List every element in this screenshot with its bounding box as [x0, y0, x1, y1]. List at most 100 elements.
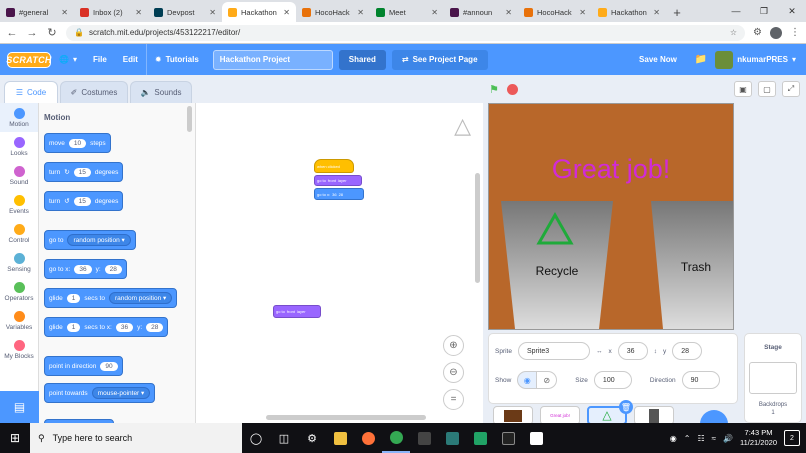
- project-title-input[interactable]: Hackathon Project: [212, 49, 333, 70]
- goto-target-dropdown[interactable]: random position ▾: [67, 234, 131, 246]
- go-to-front-layer-block[interactable]: go to front layer: [314, 175, 362, 186]
- category-my-blocks[interactable]: My Blocks: [0, 335, 38, 364]
- go-to-xy-script-block[interactable]: go to x: 36 28: [314, 188, 364, 200]
- point-towards-block[interactable]: point towards mouse-pointer ▾: [44, 383, 156, 403]
- layer-dropdown[interactable]: front: [328, 178, 336, 183]
- point-towards-dropdown[interactable]: mouse-pointer ▾: [91, 387, 151, 399]
- direction-input[interactable]: 90: [100, 361, 118, 371]
- direction-input[interactable]: 90: [681, 371, 720, 389]
- glide-xy-block[interactable]: glide 1 secs to x: 36 y: 28: [44, 317, 169, 337]
- close-tab-icon[interactable]: ✕: [431, 8, 438, 17]
- extensions-icon[interactable]: ⚙: [753, 27, 762, 38]
- app-icon-5[interactable]: [522, 423, 550, 453]
- category-operators[interactable]: Operators: [0, 277, 38, 306]
- tab-costumes[interactable]: ✐ Costumes: [60, 81, 128, 103]
- go-to-xy-block[interactable]: go to x: 36 y: 28: [44, 259, 127, 279]
- app-icon-4[interactable]: [494, 423, 522, 453]
- script-vertical-scrollbar[interactable]: [475, 173, 480, 283]
- chevron-up-icon[interactable]: ⌃: [684, 434, 691, 443]
- browser-tab[interactable]: Inbox (2) ✕: [74, 2, 148, 22]
- forward-icon[interactable]: →: [26, 27, 38, 39]
- close-window-icon[interactable]: ✕: [778, 0, 806, 22]
- app-icon-1[interactable]: [410, 423, 438, 453]
- browser-tab[interactable]: HocoHack ✕: [518, 2, 592, 22]
- loose-go-to-layer-block[interactable]: go to front layer: [273, 305, 321, 318]
- category-events[interactable]: Events: [0, 190, 38, 219]
- glide-block[interactable]: glide 1 secs to random position ▾: [44, 288, 178, 308]
- zoom-in-button[interactable]: ⊕: [443, 335, 464, 356]
- show-hidden-button[interactable]: ⊘: [537, 371, 558, 389]
- green-flag-icon[interactable]: ⚑: [489, 83, 499, 96]
- notification-icon[interactable]: 2: [784, 430, 800, 446]
- account-menu[interactable]: nkumarPRES ▾: [715, 50, 806, 69]
- firefox-icon[interactable]: [354, 423, 382, 453]
- app-icon-2[interactable]: [438, 423, 466, 453]
- app-icon-3[interactable]: [466, 423, 494, 453]
- taskbar-search-input[interactable]: ⚲ Type here to search: [30, 423, 242, 453]
- show-visible-button[interactable]: ◉: [517, 371, 538, 389]
- close-tab-icon[interactable]: ✕: [283, 8, 290, 17]
- small-stage-icon[interactable]: ▣: [734, 81, 752, 97]
- secs-input[interactable]: 1: [66, 293, 81, 303]
- url-input[interactable]: 🔒 scratch.mit.edu/projects/453122217/edi…: [66, 24, 746, 41]
- tray-app-icon[interactable]: ◉: [670, 434, 677, 443]
- reload-icon[interactable]: ↻: [46, 26, 58, 39]
- fullscreen-icon[interactable]: ⤢: [782, 81, 800, 97]
- close-tab-icon[interactable]: ✕: [61, 8, 68, 17]
- my-stuff-folder-icon[interactable]: 📁: [687, 54, 715, 65]
- secs-input[interactable]: 1: [66, 322, 81, 332]
- tab-code[interactable]: ☰ Code: [4, 81, 58, 103]
- profile-avatar[interactable]: [770, 26, 782, 39]
- tab-sounds[interactable]: 🔈 Sounds: [130, 81, 192, 103]
- file-explorer-icon[interactable]: [326, 423, 354, 453]
- y-position-input[interactable]: 28: [672, 342, 703, 360]
- edit-menu[interactable]: Edit: [115, 44, 146, 75]
- language-menu[interactable]: 🌐 ▾: [51, 44, 85, 75]
- x-input[interactable]: 36: [74, 264, 92, 274]
- category-sensing[interactable]: Sensing: [0, 248, 38, 277]
- degrees-input[interactable]: 15: [73, 167, 91, 177]
- script-area[interactable]: △ when clicked go to front layer go to x…: [196, 103, 483, 423]
- go-to-block[interactable]: go to random position ▾: [44, 230, 136, 250]
- close-tab-icon[interactable]: ✕: [357, 8, 364, 17]
- point-in-direction-block[interactable]: point in direction 90: [44, 356, 123, 376]
- see-project-page-button[interactable]: ⇄ See Project Page: [391, 49, 488, 70]
- browser-menu-icon[interactable]: ⋮: [790, 27, 800, 38]
- browser-tab[interactable]: #general ✕: [0, 2, 74, 22]
- category-control[interactable]: Control: [0, 219, 38, 248]
- network-icon[interactable]: ☷: [697, 434, 704, 443]
- y-input[interactable]: 28: [339, 192, 343, 197]
- category-sound[interactable]: Sound: [0, 161, 38, 190]
- cortana-icon[interactable]: ◯: [242, 423, 270, 453]
- task-view-icon[interactable]: ◫: [270, 423, 298, 453]
- browser-tab[interactable]: Devpost ✕: [148, 2, 222, 22]
- close-tab-icon[interactable]: ✕: [505, 8, 512, 17]
- new-tab-button[interactable]: +: [666, 2, 688, 22]
- browser-tab[interactable]: HocoHack ✕: [296, 2, 370, 22]
- zoom-reset-button[interactable]: =: [443, 389, 464, 410]
- save-now-button[interactable]: Save Now: [629, 44, 687, 75]
- tutorials-button[interactable]: ✹ Tutorials: [145, 44, 207, 75]
- shared-button[interactable]: Shared: [338, 49, 386, 70]
- turn-right-block[interactable]: turn ↻ 15 degrees: [44, 162, 124, 182]
- close-tab-icon[interactable]: ✕: [209, 8, 216, 17]
- category-motion[interactable]: Motion: [0, 103, 38, 132]
- y-input[interactable]: 28: [146, 322, 164, 332]
- steps-input[interactable]: 10: [68, 138, 87, 148]
- palette-scrollbar[interactable]: [187, 106, 192, 132]
- close-tab-icon[interactable]: ✕: [653, 8, 660, 17]
- x-position-input[interactable]: 36: [617, 342, 648, 360]
- stage-selector[interactable]: Stage Backdrops 1: [744, 333, 802, 423]
- category-variables[interactable]: Variables: [0, 306, 38, 335]
- back-icon[interactable]: ←: [6, 27, 18, 39]
- minimize-icon[interactable]: —: [722, 0, 750, 22]
- turn-left-block[interactable]: turn ↺ 15 degrees: [44, 191, 124, 211]
- volume-icon[interactable]: 🔊: [723, 434, 733, 443]
- x-input[interactable]: 36: [115, 322, 134, 332]
- browser-tab[interactable]: Hackathon ✕: [222, 2, 296, 22]
- wifi-icon[interactable]: ≈: [712, 434, 716, 443]
- y-input[interactable]: 28: [104, 264, 122, 274]
- move-steps-block[interactable]: move 10 steps: [44, 133, 111, 153]
- stop-icon[interactable]: [506, 83, 518, 95]
- degrees-input[interactable]: 15: [73, 196, 91, 206]
